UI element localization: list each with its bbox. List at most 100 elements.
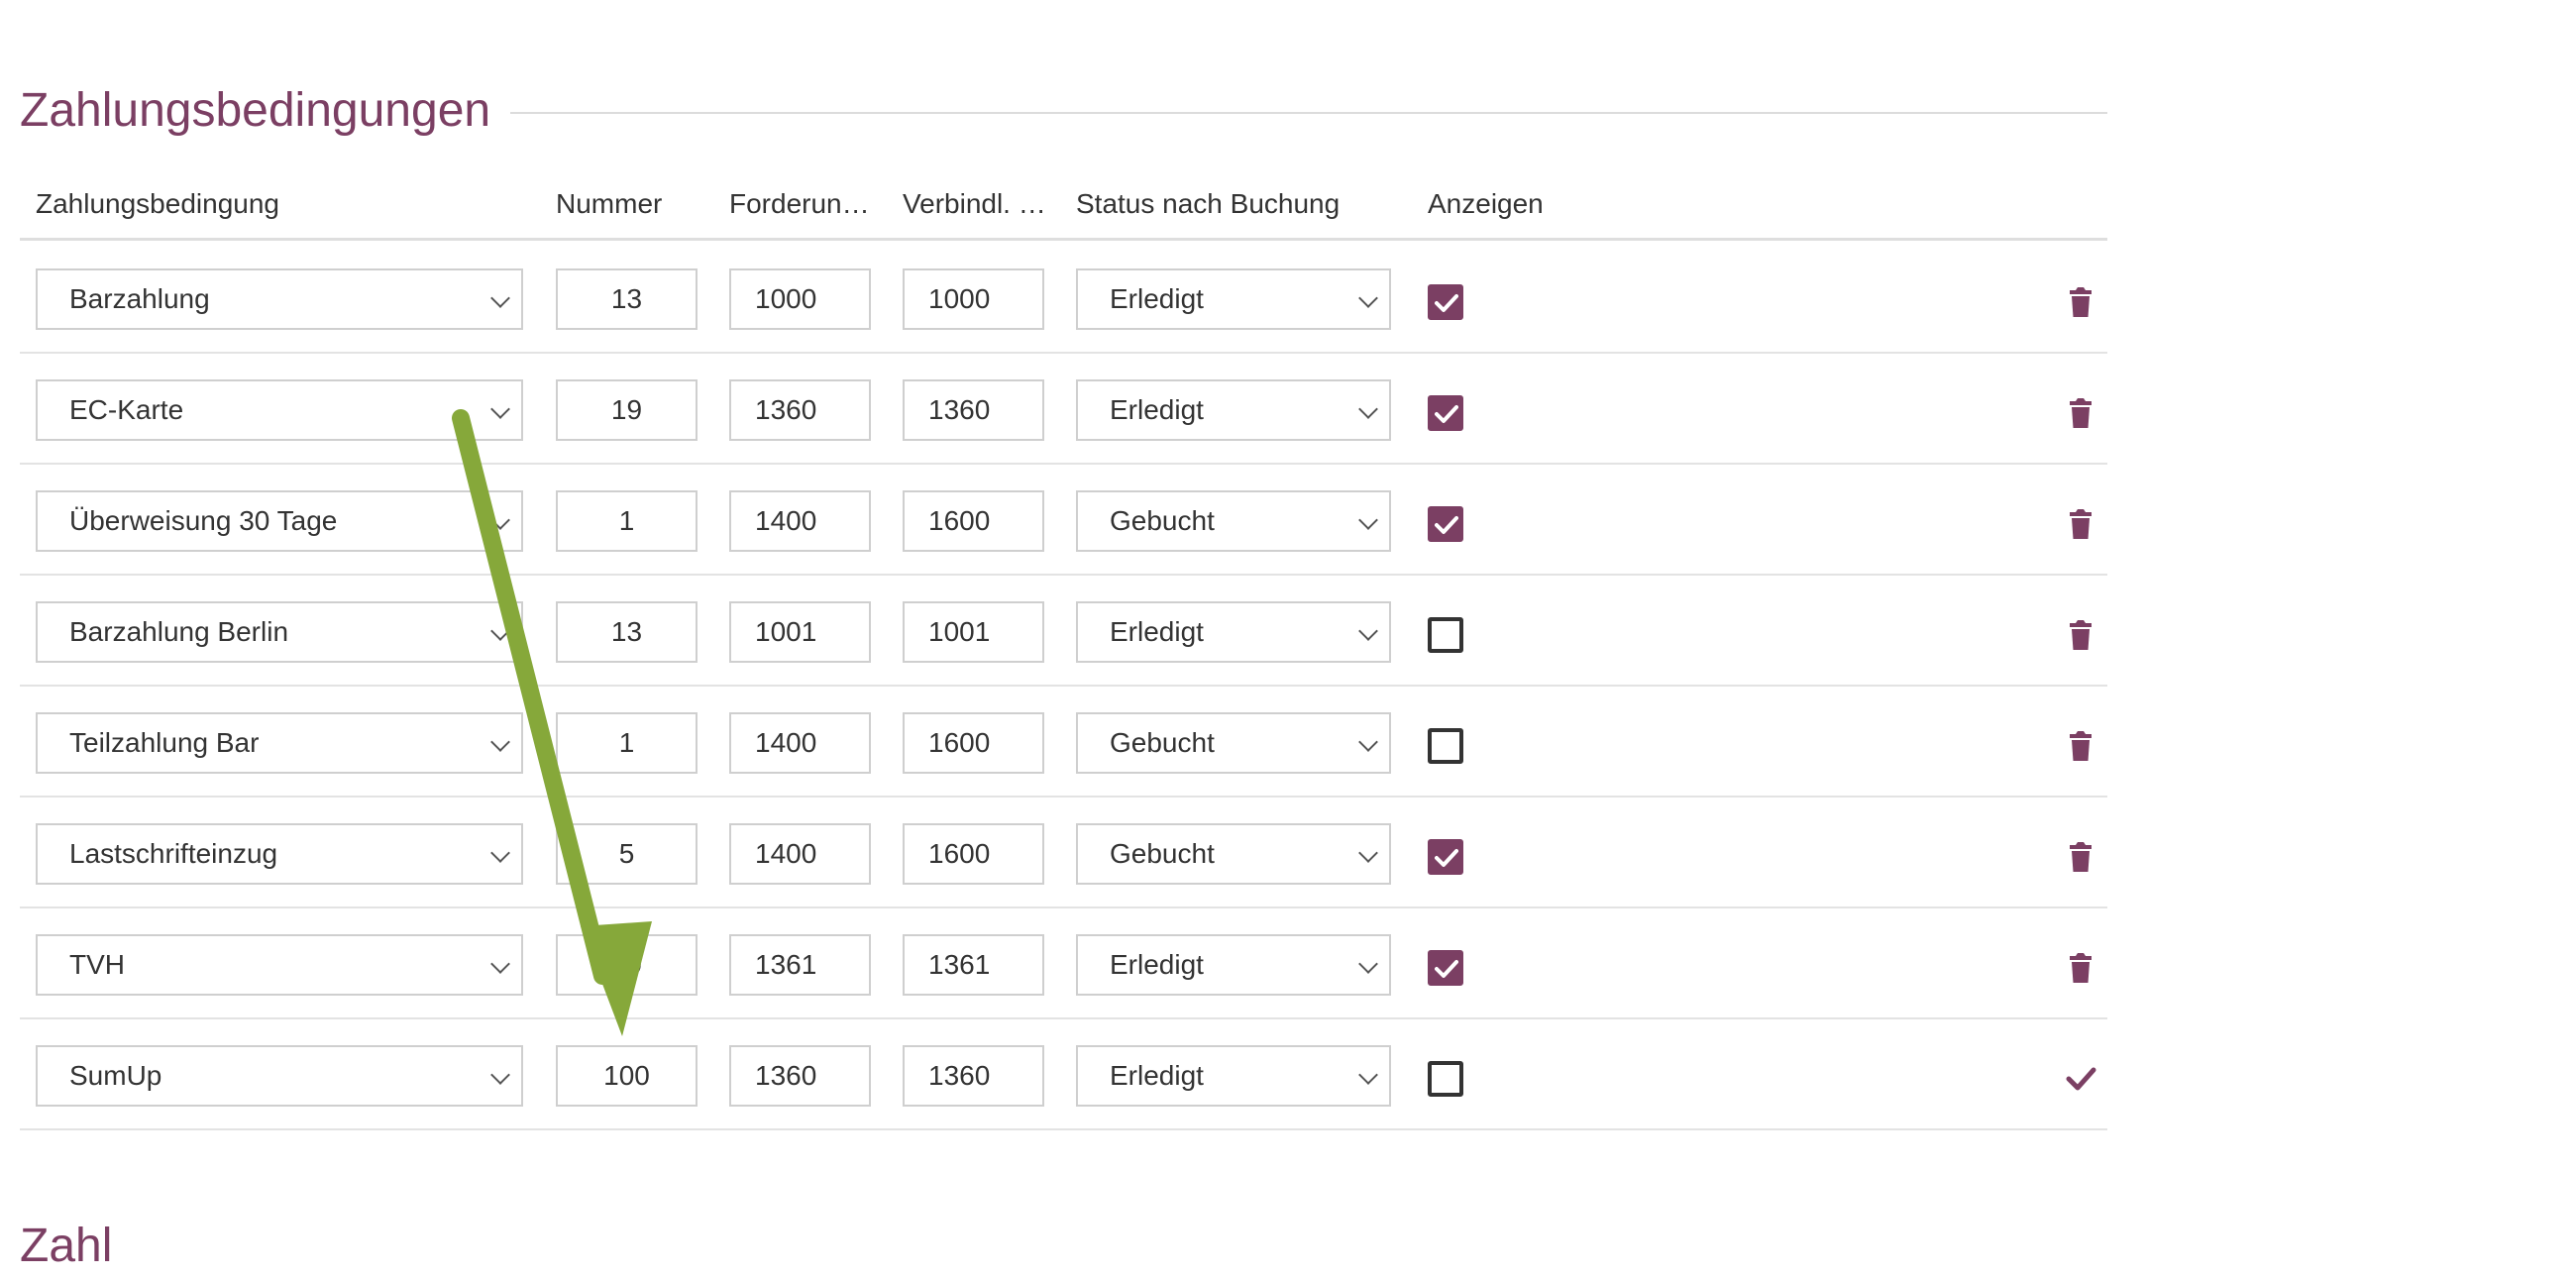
chevron-down-icon (1358, 843, 1378, 863)
liability-account-input[interactable]: 1001 (903, 601, 1044, 663)
trash-icon (2070, 731, 2092, 761)
receivable-account-input[interactable]: 1360 (729, 379, 871, 441)
receivable-account-input[interactable]: 1360 (729, 1045, 871, 1107)
show-checkbox[interactable] (1428, 395, 1463, 431)
number-input[interactable]: 19 (556, 379, 698, 441)
trash-icon (2070, 842, 2092, 872)
payment-term-value: Barzahlung (69, 283, 210, 314)
status-value: Erledigt (1110, 283, 1204, 314)
show-checkbox[interactable] (1428, 839, 1463, 875)
liability-account-input[interactable]: 1361 (903, 934, 1044, 996)
liability-account-input[interactable]: 1360 (903, 379, 1044, 441)
status-value: Erledigt (1110, 949, 1204, 980)
liability-account-input[interactable]: 1600 (903, 490, 1044, 552)
number-input[interactable]: 100 (556, 1045, 698, 1107)
show-checkbox[interactable] (1428, 506, 1463, 542)
chevron-down-icon (1358, 510, 1378, 530)
show-checkbox[interactable] (1428, 617, 1463, 653)
payment-term-select[interactable]: Barzahlung Berlin (36, 601, 523, 663)
liability-account-input[interactable]: 1600 (903, 823, 1044, 885)
status-select[interactable]: Gebucht (1076, 712, 1391, 774)
trash-icon (2070, 287, 2092, 317)
delete-button[interactable] (2061, 504, 2100, 544)
liability-account-input[interactable]: 1600 (903, 712, 1044, 774)
column-header-term: Zahlungsbedingung (36, 188, 279, 219)
chevron-down-icon (490, 954, 510, 974)
payment-term-select[interactable]: SumUp (36, 1045, 523, 1107)
liability-account-input[interactable]: 1360 (903, 1045, 1044, 1107)
payment-term-select[interactable]: EC-Karte (36, 379, 523, 441)
chevron-down-icon (490, 732, 510, 752)
column-header-liability: Verbindl. … (903, 188, 1046, 219)
status-select[interactable]: Erledigt (1076, 934, 1391, 996)
number-input[interactable]: 13 (556, 601, 698, 663)
liability-account-input[interactable]: 1000 (903, 268, 1044, 330)
table-row: Teilzahlung Bar 1 1400 1600 Gebucht (20, 685, 2107, 798)
chevron-down-icon (1358, 399, 1378, 419)
checkmark-icon (1435, 516, 1458, 534)
chevron-down-icon (1358, 1065, 1378, 1085)
checkmark-icon (1435, 849, 1458, 867)
table-header: Zahlungsbedingung Nummer Forderun… Verbi… (20, 176, 2107, 241)
chevron-down-icon (490, 1065, 510, 1085)
status-select[interactable]: Erledigt (1076, 1045, 1391, 1107)
trash-icon (2070, 953, 2092, 983)
status-select[interactable]: Gebucht (1076, 823, 1391, 885)
show-checkbox[interactable] (1428, 728, 1463, 764)
status-select[interactable]: Erledigt (1076, 379, 1391, 441)
column-header-status: Status nach Buchung (1076, 188, 1341, 219)
section-title: Zahlungsbedingungen (20, 84, 491, 137)
receivable-account-input[interactable]: 1001 (729, 601, 871, 663)
receivable-account-input[interactable]: 1000 (729, 268, 871, 330)
checkmark-icon (1435, 405, 1458, 423)
status-value: Gebucht (1110, 727, 1215, 758)
number-input[interactable]: 1 (556, 490, 698, 552)
status-value: Gebucht (1110, 838, 1215, 869)
delete-button[interactable] (2061, 726, 2100, 766)
status-select[interactable]: Erledigt (1076, 601, 1391, 663)
table-row: TVH 19 1361 1361 Erledigt (20, 906, 2107, 1019)
payment-term-select[interactable]: Barzahlung (36, 268, 523, 330)
show-checkbox[interactable] (1428, 1061, 1463, 1097)
table-row: Barzahlung Berlin 13 1001 1001 Erledigt (20, 574, 2107, 687)
number-input[interactable]: 5 (556, 823, 698, 885)
delete-button[interactable] (2061, 948, 2100, 988)
receivable-account-input[interactable]: 1361 (729, 934, 871, 996)
show-checkbox[interactable] (1428, 284, 1463, 320)
status-value: Erledigt (1110, 616, 1204, 647)
receivable-account-input[interactable]: 1400 (729, 490, 871, 552)
chevron-down-icon (490, 843, 510, 863)
status-select[interactable]: Erledigt (1076, 268, 1391, 330)
delete-button[interactable] (2061, 615, 2100, 655)
show-checkbox[interactable] (1428, 950, 1463, 986)
table-row: EC-Karte 19 1360 1360 Erledigt (20, 352, 2107, 465)
delete-button[interactable] (2061, 282, 2100, 322)
table-row: Lastschrifteinzug 5 1400 1600 Gebucht (20, 796, 2107, 908)
next-section-title: Zahl (20, 1220, 113, 1272)
column-header-number: Nummer (556, 188, 663, 219)
number-input[interactable]: 19 (556, 934, 698, 996)
status-select[interactable]: Gebucht (1076, 490, 1391, 552)
receivable-account-input[interactable]: 1400 (729, 823, 871, 885)
payment-term-select[interactable]: Lastschrifteinzug (36, 823, 523, 885)
payment-term-value: Teilzahlung Bar (69, 727, 260, 758)
chevron-down-icon (1358, 954, 1378, 974)
chevron-down-icon (490, 288, 510, 308)
payment-term-select[interactable]: Überweisung 30 Tage (36, 490, 523, 552)
number-input[interactable]: 13 (556, 268, 698, 330)
delete-button[interactable] (2061, 837, 2100, 877)
number-input[interactable]: 1 (556, 712, 698, 774)
payment-term-select[interactable]: Teilzahlung Bar (36, 712, 523, 774)
receivable-account-input[interactable]: 1400 (729, 712, 871, 774)
section-title-rule (510, 112, 2107, 114)
delete-button[interactable] (2061, 393, 2100, 433)
confirm-button[interactable] (2061, 1059, 2100, 1099)
payment-term-select[interactable]: TVH (36, 934, 523, 996)
table-row: SumUp 100 1360 1360 Erledigt (20, 1017, 2107, 1130)
chevron-down-icon (490, 510, 510, 530)
payment-term-value: Barzahlung Berlin (69, 616, 289, 647)
table-row: Überweisung 30 Tage 1 1400 1600 Gebucht (20, 463, 2107, 576)
chevron-down-icon (1358, 732, 1378, 752)
payment-term-value: EC-Karte (69, 394, 184, 425)
chevron-down-icon (490, 399, 510, 419)
